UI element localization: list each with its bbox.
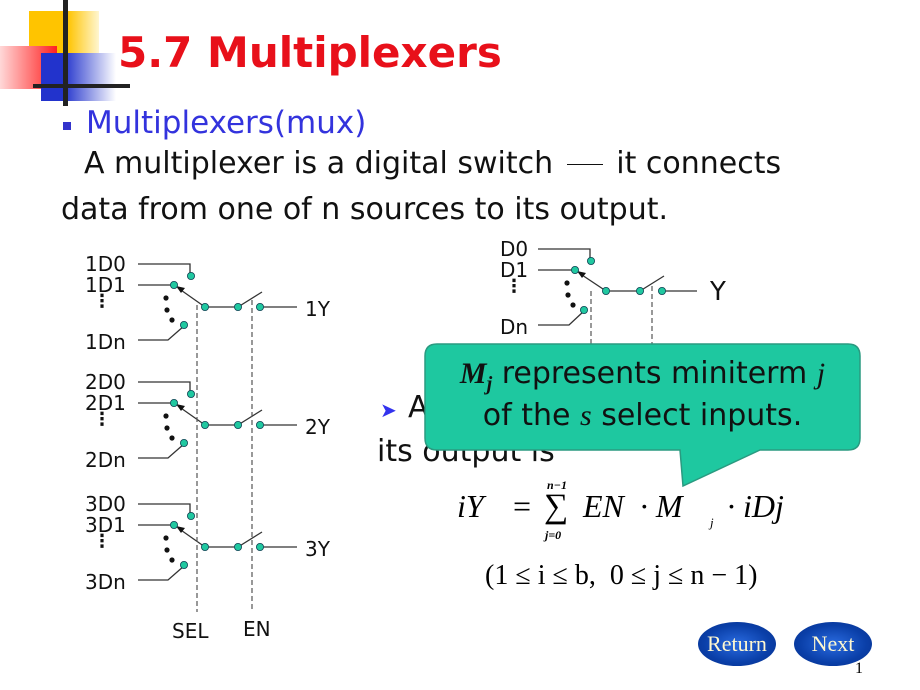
callout-text-1: represents miniterm: [501, 356, 808, 391]
callout-line-1: Mj represents miniterm j: [425, 356, 860, 396]
m-symbol: M: [459, 357, 487, 390]
formula-m-sub: j: [710, 515, 714, 530]
formula-tail: · iDj: [727, 488, 784, 524]
sum-lower: j=0: [545, 528, 562, 542]
formula-terms: EN · M: [583, 488, 683, 524]
callout-line-2: of the s select inputs.: [425, 398, 860, 433]
m-subscript: j: [486, 373, 493, 395]
formula-equals: =: [513, 488, 532, 524]
s-symbol: s: [579, 399, 592, 432]
callout-text-2a: of the: [482, 398, 571, 433]
sigma: ∑: [544, 488, 569, 525]
j-symbol: j: [816, 357, 826, 390]
callout-shape: [424, 343, 861, 488]
return-button[interactable]: Return: [698, 622, 776, 666]
formula-lhs: iY: [457, 488, 484, 524]
page-number: 1: [855, 660, 863, 677]
formula-condition: (1 ≤ i ≤ b, 0 ≤ j ≤ n − 1): [485, 560, 758, 591]
callout-text-2b: select inputs.: [601, 398, 803, 433]
